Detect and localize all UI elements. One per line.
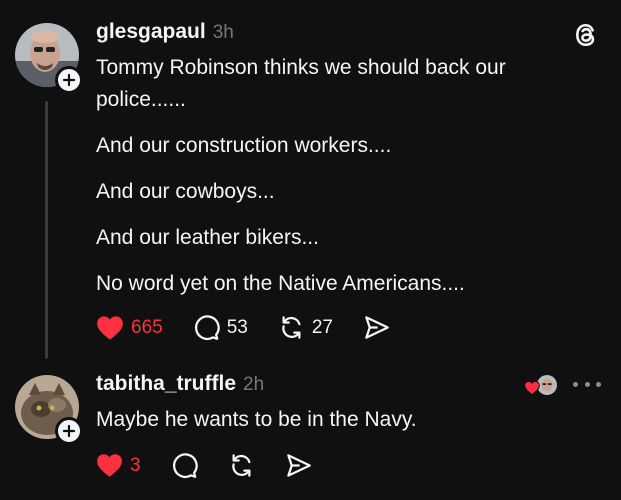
post-body: Tommy Robinson thinks we should back our…	[96, 52, 566, 314]
reply-like-count: 3	[130, 454, 141, 476]
like-button[interactable]: 665	[96, 315, 163, 341]
repost-count: 27	[311, 316, 333, 338]
reply-text: Maybe he wants to be in the Navy.	[96, 408, 417, 431]
reply-like-button[interactable]: 3	[96, 453, 141, 478]
comment-bubble-icon	[194, 315, 220, 341]
post-header: glesgapaul 3h	[96, 20, 234, 44]
send-icon	[365, 316, 389, 339]
heart-icon	[97, 315, 123, 340]
heart-icon	[97, 454, 122, 477]
post-paragraph: And our construction workers....	[96, 134, 392, 157]
repost-icon	[282, 316, 301, 339]
reply-header: tabitha_truffle 2h	[96, 372, 264, 396]
more-dots-icon[interactable]	[573, 378, 601, 390]
repost-icon	[231, 454, 251, 477]
reply-timestamp: 2h	[243, 374, 265, 395]
reply-username[interactable]: tabitha_truffle	[96, 372, 236, 396]
threads-logo-icon[interactable]	[573, 22, 599, 48]
post-timestamp: 3h	[212, 22, 234, 43]
thread-connector-line	[45, 101, 48, 359]
post-paragraph: And our cowboys...	[96, 180, 275, 203]
reply-follow-button[interactable]	[55, 417, 83, 445]
post-paragraph: And our leather bikers...	[96, 226, 319, 249]
post-paragraph: No word yet on the Native Americans....	[96, 272, 465, 295]
post-paragraph: Tommy Robinson thinks we should back our…	[96, 56, 506, 111]
plus-icon	[62, 73, 76, 87]
post-username[interactable]: glesgapaul	[96, 20, 206, 44]
reply-reply-button[interactable]	[171, 452, 198, 479]
reply-body: Maybe he wants to be in the Navy.	[96, 404, 566, 450]
send-icon	[286, 454, 311, 477]
post-actions: 665 53 27	[96, 314, 420, 341]
heart-icon	[524, 380, 540, 396]
follow-button[interactable]	[55, 66, 83, 94]
share-button[interactable]	[363, 314, 390, 341]
plus-icon	[62, 424, 76, 438]
like-count: 665	[131, 316, 163, 338]
reply-button[interactable]: 53	[193, 314, 248, 341]
reply-count: 53	[226, 316, 248, 338]
reply-actions: 3	[96, 452, 342, 479]
reply-repost-button[interactable]	[228, 452, 255, 479]
liked-by-author-indicator	[524, 372, 560, 400]
repost-button[interactable]: 27	[278, 314, 333, 341]
comment-bubble-icon	[172, 453, 198, 479]
reply-share-button[interactable]	[285, 452, 312, 479]
